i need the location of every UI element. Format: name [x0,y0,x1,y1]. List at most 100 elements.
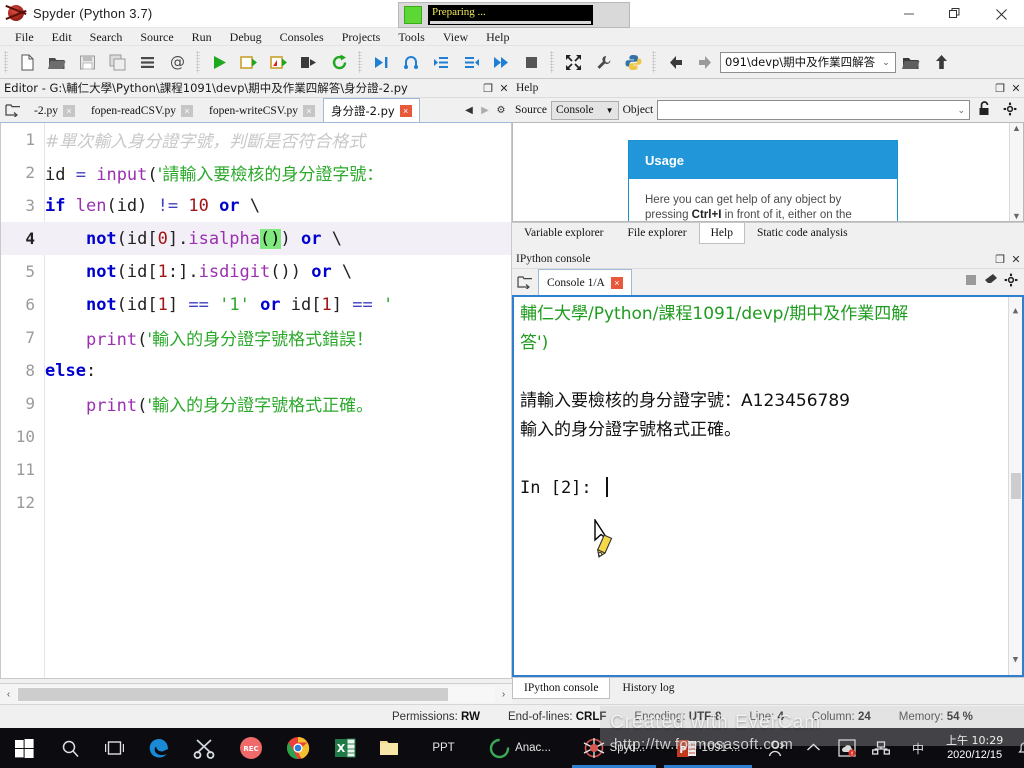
editor-undock-button[interactable]: ❐ [480,82,496,95]
scissors-icon[interactable] [182,728,228,768]
rec-circle-icon[interactable]: REC [228,728,274,768]
ppt-taskbar-item[interactable]: PPT [410,728,472,768]
excel-icon[interactable]: X [322,728,368,768]
run-selection-button[interactable] [294,47,324,77]
eraser-icon[interactable] [982,273,1000,291]
code-line[interactable]: 9 print('輸入的身分證字號格式正確。 [1,387,511,420]
code-line[interactable]: 2 id = input('請輸入要檢核的身分證字號： [1,156,511,189]
help-vertical-scrollbar[interactable]: ▲ ▼ [1009,123,1023,221]
pythonpath-button[interactable] [618,47,648,77]
network-icon[interactable] [864,728,898,768]
hscroll-thumb[interactable] [18,687,448,701]
notification-icon[interactable] [1011,728,1024,768]
editor-close-button[interactable]: ✕ [496,82,512,95]
browse-dir-button[interactable] [896,47,926,77]
tab-history-log[interactable]: History log [610,678,686,699]
minimize-button[interactable] [886,0,932,28]
vscroll-thumb[interactable] [1010,473,1021,499]
spyder-taskbar-item[interactable]: Spyd... [568,728,660,768]
menu-file[interactable]: File [6,28,43,46]
console-vertical-scrollbar[interactable]: ▲ ▼ [1008,297,1022,675]
save-all-button[interactable] [102,47,132,77]
editor-tab-close-icon[interactable]: × [181,104,194,117]
menu-projects[interactable]: Projects [333,28,390,46]
menu-help[interactable]: Help [477,28,518,46]
preferences-button[interactable] [588,47,618,77]
working-directory-combo[interactable]: 091\devp\期中及作業四解答 ⌄ [720,51,896,73]
powerpoint-taskbar-item[interactable]: P 1091-... [660,728,756,768]
chrome-browser-icon[interactable] [274,728,322,768]
console-close-button[interactable]: ✕ [1008,253,1024,266]
menu-run[interactable]: Run [183,28,221,46]
code-line[interactable]: 10 [1,420,511,453]
code-line[interactable]: 5 not(id[1:].isdigit()) or \ [1,255,511,288]
editor-tab-close-icon[interactable]: × [399,104,412,117]
scroll-left-icon[interactable]: ‹ [0,689,17,700]
folder-icon[interactable] [368,728,410,768]
code-line[interactable]: 4 not(id[0].isalpha()) or \ [1,222,511,255]
new-console-icon[interactable] [512,269,538,295]
help-close-button[interactable]: ✕ [1008,82,1024,95]
menu-source[interactable]: Source [131,28,182,46]
object-input[interactable]: ⌄ [657,100,970,120]
code-line[interactable]: 12 [1,486,511,519]
tab-static-code-analysis[interactable]: Static code analysis [745,223,860,244]
forward-button[interactable] [690,47,720,77]
console-options-gear-icon[interactable] [1002,273,1020,292]
scroll-up-icon[interactable]: ▲ [1013,297,1018,326]
people-icon[interactable] [756,728,796,768]
windows-start-icon[interactable] [0,728,48,768]
restart-kernel-button[interactable] [324,47,354,77]
debug-step-button[interactable] [396,47,426,77]
editor-tab-2[interactable]: fopen-writeCSV.py × [201,98,323,122]
hscroll-track[interactable] [17,686,495,702]
task-view-icon[interactable] [92,728,136,768]
onedrive-sync-icon[interactable]: ! [830,728,864,768]
tab-file-explorer[interactable]: File explorer [616,223,699,244]
code-line[interactable]: 11 [1,453,511,486]
scroll-down-icon[interactable]: ▼ [1013,646,1018,675]
editor-tab-prev-button[interactable]: ◀ [461,105,477,116]
back-button[interactable] [660,47,690,77]
editor-options-gear-icon[interactable]: ⚙ [493,105,509,116]
menu-debug[interactable]: Debug [221,28,271,46]
search-icon[interactable] [48,728,92,768]
parent-dir-button[interactable] [926,47,956,77]
edge-browser-icon[interactable] [136,728,182,768]
code-lines[interactable]: 1 #單次輸入身分證字號，判斷是否符合格式 2 id = input('請輸入要檢核的… [1,123,511,678]
console-tab-close-icon[interactable]: × [610,276,623,289]
debug-continue-button[interactable] [486,47,516,77]
debug-stop-button[interactable] [516,47,546,77]
code-line[interactable]: 6 not(id[1] == '1' or id[1] == ' [1,288,511,321]
code-line[interactable]: 1 #單次輸入身分證字號，判斷是否符合格式 [1,123,511,156]
console-undock-button[interactable]: ❐ [992,253,1008,266]
menu-search[interactable]: Search [81,28,132,46]
debug-step-over-button[interactable] [426,47,456,77]
code-editor[interactable]: 1 #單次輸入身分證字號，判斷是否符合格式 2 id = input('請輸入要檢核的… [0,123,512,679]
run-cell-button[interactable] [234,47,264,77]
code-line[interactable]: 7 print('輸入的身分證字號格式錯誤！ [1,321,511,354]
editor-tab-0[interactable]: -2.py × [26,98,83,122]
save-file-button[interactable] [72,47,102,77]
scroll-up-icon[interactable]: ▲ [1012,123,1021,133]
tab-variable-explorer[interactable]: Variable explorer [512,223,616,244]
close-button[interactable] [978,0,1024,28]
debug-file-button[interactable] [366,47,396,77]
debug-step-return-button[interactable] [456,47,486,77]
source-select[interactable]: Console ▼ [550,100,619,120]
open-file-button[interactable] [42,47,72,77]
anaconda-taskbar-item[interactable]: Anac... [472,728,568,768]
editor-tab-3[interactable]: 身分證-2.py × [322,98,420,122]
scroll-right-icon[interactable]: › [495,689,512,700]
maximize-button[interactable] [932,0,978,28]
code-line[interactable]: 3 if len(id) != 10 or \ [1,189,511,222]
taskbar-clock[interactable]: 上午 10:29 2020/12/15 [938,734,1011,762]
menu-view[interactable]: View [434,28,477,46]
editor-horizontal-scrollbar[interactable]: ‹ › [0,683,512,704]
tab-help[interactable]: Help [698,223,745,244]
menu-consoles[interactable]: Consoles [271,28,333,46]
maximize-pane-button[interactable] [558,47,588,77]
help-options-gear-icon[interactable] [999,102,1021,119]
file-switcher-button[interactable] [132,47,162,77]
editor-tab-close-icon[interactable]: × [62,104,75,117]
